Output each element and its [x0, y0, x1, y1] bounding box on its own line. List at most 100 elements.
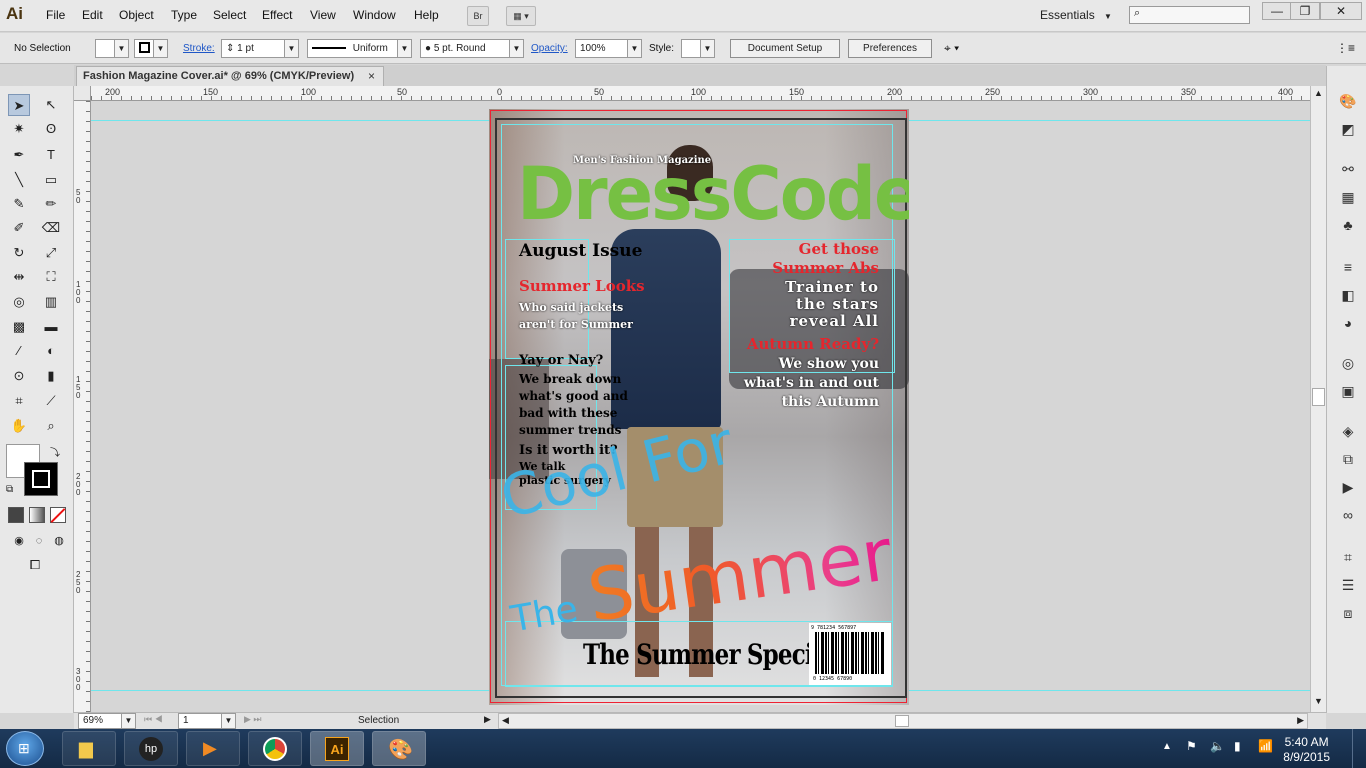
tray-overflow-icon[interactable]: ▲	[1162, 741, 1172, 752]
symbols-panel-icon[interactable]: ♣	[1339, 216, 1357, 234]
screen-mode-icon[interactable]: ⧠	[24, 554, 46, 576]
cover-autumn-line[interactable]: We show you	[779, 357, 879, 371]
direct-selection-tool-icon[interactable]: ↖	[40, 94, 62, 116]
variable-width-profile[interactable]: Uniform ▼	[307, 39, 412, 58]
scroll-down-icon[interactable]: ▼	[1314, 696, 1323, 706]
links-panel-icon[interactable]: ∞	[1339, 506, 1357, 524]
canvas[interactable]: Men's Fashion Magazine DressCode August …	[91, 101, 1310, 712]
action-center-icon[interactable]: ⚑	[1186, 739, 1197, 753]
cover-yay-or-nay[interactable]: Yay or Nay?	[519, 354, 603, 367]
brushes-panel-icon[interactable]: ⚯	[1339, 160, 1357, 178]
hand-tool-icon[interactable]: ✋	[8, 415, 30, 437]
menu-view[interactable]: View	[310, 8, 336, 22]
taskbar-paint[interactable]: 🎨	[372, 731, 426, 766]
ruler-origin[interactable]	[74, 86, 91, 101]
panel-menu-icon[interactable]: ⋮≡	[1336, 41, 1355, 55]
taskbar-hp[interactable]: hp	[124, 731, 178, 766]
transform-icon[interactable]: ⌖ ▾	[944, 41, 959, 56]
scroll-left-icon[interactable]: ◀	[502, 715, 509, 726]
arrange-documents-button[interactable]: ▦ ▾	[506, 6, 536, 26]
selection-tool-icon[interactable]: ➤	[8, 94, 30, 116]
actions-panel-icon[interactable]: ▶	[1339, 478, 1357, 496]
scroll-thumb[interactable]	[1312, 388, 1325, 406]
vertical-scrollbar[interactable]: ▲ ▼	[1310, 86, 1326, 712]
artboards-panel-icon[interactable]: ⧉	[1339, 450, 1357, 468]
opacity-field[interactable]: 100% ▼	[575, 39, 642, 58]
menu-type[interactable]: Type	[171, 8, 197, 22]
eyedropper-tool-icon[interactable]: ⁄	[8, 340, 30, 362]
symbol-sprayer-tool-icon[interactable]: ⊙	[8, 365, 30, 387]
menu-file[interactable]: File	[46, 8, 65, 22]
bridge-button[interactable]: Br	[467, 6, 489, 26]
cover-special[interactable]: The Summer Special	[583, 641, 836, 669]
first-artboard-icon[interactable]: ⏮ ◀	[144, 714, 163, 725]
width-tool-icon[interactable]: ⇹	[8, 266, 30, 288]
line-tool-icon[interactable]: ╲	[8, 169, 30, 191]
scroll-up-icon[interactable]: ▲	[1314, 88, 1323, 98]
cover-summer-looks[interactable]: Summer Looks	[519, 279, 645, 294]
draw-inside-icon[interactable]: ◍	[48, 530, 70, 552]
cover-trainer-line[interactable]: Trainer to	[785, 280, 879, 295]
artboard-tool-icon[interactable]: ⌗	[8, 390, 30, 412]
rotate-tool-icon[interactable]: ↻	[8, 242, 30, 264]
menu-edit[interactable]: Edit	[82, 8, 103, 22]
network-icon[interactable]: 📶	[1258, 739, 1273, 753]
swap-fill-stroke-icon[interactable]: ⤵	[50, 444, 60, 459]
swatches-panel-icon[interactable]: ▦	[1339, 188, 1357, 206]
horizontal-ruler[interactable]: 200 150 100 50 0 50 100 150 200 250 300 …	[91, 86, 1310, 101]
preferences-button[interactable]: Preferences	[848, 39, 932, 58]
shape-builder-tool-icon[interactable]: ◎	[8, 291, 30, 313]
cover-trends-line[interactable]: what's good and	[519, 390, 628, 402]
zoom-tool-icon[interactable]: ⌕	[40, 415, 62, 437]
cover-jackets-line[interactable]: aren't for Summer	[519, 319, 633, 330]
color-mode-icon[interactable]	[8, 507, 24, 523]
opacity-panel-link[interactable]: Opacity:	[531, 43, 568, 54]
mesh-tool-icon[interactable]: ▩	[8, 316, 30, 338]
column-graph-tool-icon[interactable]: ▮	[40, 365, 62, 387]
magic-wand-tool-icon[interactable]: ✷	[8, 118, 30, 140]
pencil-tool-icon[interactable]: ✏	[40, 193, 62, 215]
cover-trends-line[interactable]: We break down	[519, 373, 621, 385]
stroke-weight-field[interactable]: ⇕ 1 pt ▼	[221, 39, 299, 58]
help-search-input[interactable]: ⌕	[1129, 6, 1250, 24]
document-setup-button[interactable]: Document Setup	[730, 39, 840, 58]
menu-object[interactable]: Object	[119, 8, 154, 22]
graphic-style-picker[interactable]: ▼	[681, 39, 715, 58]
start-button[interactable]: ⊞	[6, 731, 44, 766]
pathfinder-panel-icon[interactable]: ⧈	[1339, 604, 1357, 622]
taskbar-chrome[interactable]	[248, 731, 302, 766]
paintbrush-tool-icon[interactable]: ✎	[8, 193, 30, 215]
default-fill-stroke-icon[interactable]: ⧉	[6, 484, 13, 495]
cover-trends-line[interactable]: summer trends	[519, 424, 621, 436]
graphic-styles-panel-icon[interactable]: ▣	[1339, 382, 1357, 400]
slice-tool-icon[interactable]: ⟋	[40, 390, 62, 412]
draw-behind-icon[interactable]: ◌	[28, 530, 50, 552]
gradient-tool-icon[interactable]: ▬	[40, 316, 62, 338]
pen-tool-icon[interactable]: ✒	[8, 144, 30, 166]
blob-brush-tool-icon[interactable]: ✐	[8, 217, 30, 239]
next-artboard-icon[interactable]: ▶ ⏭	[244, 714, 262, 725]
restore-button[interactable]: ❐	[1290, 2, 1320, 20]
cover-trainer-line[interactable]: reveal All	[790, 314, 879, 329]
align-panel-icon[interactable]: ☰	[1339, 576, 1357, 594]
system-clock[interactable]: 5:40 AM 8/9/2015	[1283, 735, 1330, 765]
minimize-button[interactable]: —	[1262, 2, 1292, 20]
draw-normal-icon[interactable]: ◉	[8, 530, 30, 552]
scale-tool-icon[interactable]: ⤢	[40, 242, 62, 264]
appearance-panel-icon[interactable]: ◎	[1339, 354, 1357, 372]
cover-trends-line[interactable]: bad with these	[519, 407, 617, 419]
brush-definition[interactable]: ● 5 pt. Round ▼	[420, 39, 524, 58]
menu-window[interactable]: Window	[353, 8, 396, 22]
close-window-button[interactable]: ✕	[1320, 2, 1362, 20]
color-guide-icon[interactable]: ◩	[1339, 120, 1357, 138]
perspective-grid-tool-icon[interactable]: ▥	[40, 291, 62, 313]
stroke-panel-icon[interactable]: ≡	[1339, 258, 1357, 276]
stroke-panel-link[interactable]: Stroke:	[183, 43, 215, 54]
zoom-field[interactable]: 69% ▼	[78, 713, 136, 729]
artboard[interactable]: Men's Fashion Magazine DressCode August …	[489, 109, 909, 705]
none-mode-icon[interactable]	[50, 507, 66, 523]
taskbar-illustrator[interactable]: Ai	[310, 731, 364, 766]
cover-issue[interactable]: August Issue	[519, 243, 642, 260]
free-transform-tool-icon[interactable]: ⛶	[40, 266, 62, 288]
taskbar-explorer[interactable]: ▆	[62, 731, 116, 766]
